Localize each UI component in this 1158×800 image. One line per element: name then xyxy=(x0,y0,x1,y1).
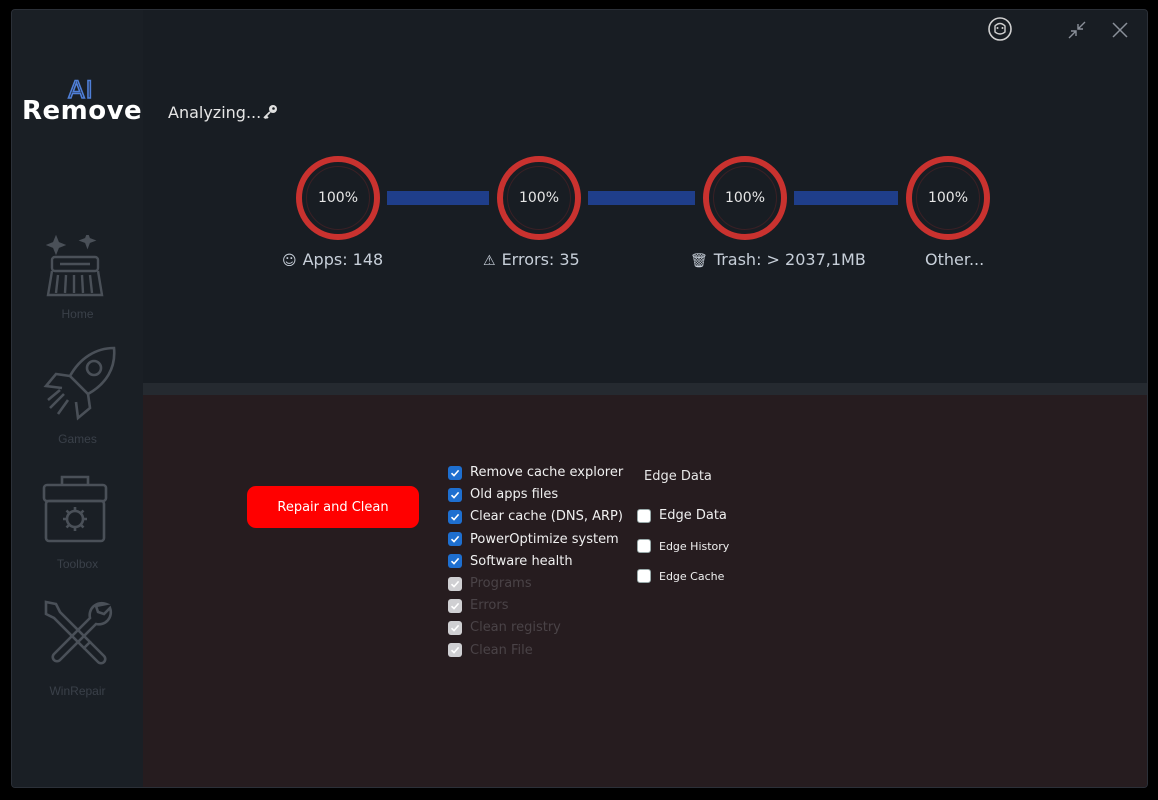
option-clear-cache-dns-arp-checkbox-row[interactable]: Clear cache (DNS, ARP) xyxy=(448,509,623,524)
checkbox-label: Edge History xyxy=(659,539,730,553)
stat-trash: 🗑 Trash: > 2037,1MB xyxy=(690,250,866,269)
checkbox[interactable] xyxy=(637,539,651,553)
checkbox-label: Programs xyxy=(470,576,532,591)
checkbox[interactable] xyxy=(448,598,462,613)
option-clean-file-checkbox-row[interactable]: Clean File xyxy=(448,643,533,658)
app-window: AI Remove Home Games Toolbox WinRepair A… xyxy=(11,9,1148,788)
repair-and-clean-button[interactable]: Repair and Clean xyxy=(247,486,419,528)
stat-other-text: Other... xyxy=(925,250,985,269)
checkbox-label: Errors xyxy=(470,598,509,614)
tools-icon xyxy=(44,600,113,665)
cleanup-panel xyxy=(143,395,1147,787)
status-text: Analyzing... xyxy=(168,103,262,122)
sidebar-item-winrepair[interactable]: WinRepair xyxy=(12,598,143,708)
option-remove-cache-explorer-checkbox-row[interactable]: Remove cache explorer xyxy=(448,465,623,480)
progress-connector xyxy=(387,191,489,205)
stat-other: Other... xyxy=(925,250,984,269)
option-programs-checkbox-row[interactable]: Programs xyxy=(448,576,532,591)
warning-icon: ⚠ xyxy=(483,253,496,269)
sidebar-item-toolbox[interactable]: Toolbox xyxy=(12,473,143,583)
checkbox[interactable] xyxy=(637,508,651,523)
stat-trash-text: Trash: > 2037,1MB xyxy=(713,250,866,269)
checkbox-label: Remove cache explorer xyxy=(470,465,624,480)
progress-ring-other: 100% xyxy=(906,156,990,240)
checkbox-label: Edge Cache xyxy=(659,569,725,583)
key-icon xyxy=(263,105,277,120)
sidebar-item-label: WinRepair xyxy=(49,684,106,698)
edge-section-title: Edge Data xyxy=(644,469,712,484)
option-poweroptimize-system-checkbox-row[interactable]: PowerOptimize system xyxy=(448,532,619,547)
toolbox-icon xyxy=(42,475,108,543)
checkbox[interactable] xyxy=(637,569,651,583)
stat-apps-text: Apps: 148 xyxy=(302,250,384,269)
edge-data-checkbox-row[interactable]: Edge Data xyxy=(637,508,727,523)
sidebar-item-games[interactable]: Games xyxy=(12,344,143,454)
option-clean-registry-checkbox-row[interactable]: Clean registry xyxy=(448,620,561,635)
checkbox-label: Software health xyxy=(470,553,573,569)
profile-button[interactable] xyxy=(987,16,1013,42)
close-icon xyxy=(1112,22,1128,38)
broom-icon xyxy=(45,235,104,297)
sidebar: AI Remove Home Games Toolbox WinRepair xyxy=(12,10,143,787)
checkbox[interactable] xyxy=(448,532,462,547)
stat-errors: ⚠ Errors: 35 xyxy=(483,250,580,269)
edge-cache-checkbox-row[interactable]: Edge Cache xyxy=(637,569,724,583)
checkbox[interactable] xyxy=(448,643,462,658)
logo-remove-text: Remove xyxy=(22,96,143,126)
checkbox-label: Old apps files xyxy=(470,487,559,503)
checkbox[interactable] xyxy=(448,620,462,635)
checkbox-label: Edge Data xyxy=(659,508,727,523)
panel-divider xyxy=(143,383,1147,395)
stat-errors-text: Errors: 35 xyxy=(501,250,580,269)
checkbox-label: Clean registry xyxy=(470,620,561,636)
checkbox[interactable] xyxy=(448,487,462,502)
checkbox-label: Clear cache (DNS, ARP) xyxy=(470,509,623,525)
progress-connector xyxy=(588,191,695,205)
stat-apps: ☺ Apps: 148 xyxy=(282,250,383,269)
minimize-collapse-icon xyxy=(1068,21,1086,39)
option-errors-checkbox-row[interactable]: Errors xyxy=(448,598,508,613)
progress-ring-apps: 100% xyxy=(296,156,380,240)
close-button[interactable] xyxy=(1110,20,1130,40)
trash-icon: 🗑 xyxy=(690,253,708,269)
progress-ring-trash: 100% xyxy=(703,156,787,240)
checkbox[interactable] xyxy=(448,554,462,569)
checkbox-label: Clean File xyxy=(470,642,533,658)
option-old-apps-files-checkbox-row[interactable]: Old apps files xyxy=(448,487,558,502)
apps-icon: ☺ xyxy=(282,253,297,269)
sidebar-item-home[interactable]: Home xyxy=(12,235,143,345)
progress-ring-errors: 100% xyxy=(497,156,581,240)
progress-connector xyxy=(794,191,898,205)
rocket-icon xyxy=(43,346,116,421)
minimize-button[interactable] xyxy=(1067,20,1087,40)
face-icon xyxy=(988,17,1012,41)
checkbox[interactable] xyxy=(448,465,462,480)
checkbox[interactable] xyxy=(448,509,462,524)
checkbox-label: PowerOptimize system xyxy=(470,531,619,547)
option-software-health-checkbox-row[interactable]: Software health xyxy=(448,554,573,569)
sidebar-item-label: Toolbox xyxy=(56,557,99,571)
sidebar-item-label: Games xyxy=(58,432,97,446)
checkbox[interactable] xyxy=(448,576,462,591)
sidebar-item-label: Home xyxy=(61,307,94,321)
edge-history-checkbox-row[interactable]: Edge History xyxy=(637,539,729,553)
